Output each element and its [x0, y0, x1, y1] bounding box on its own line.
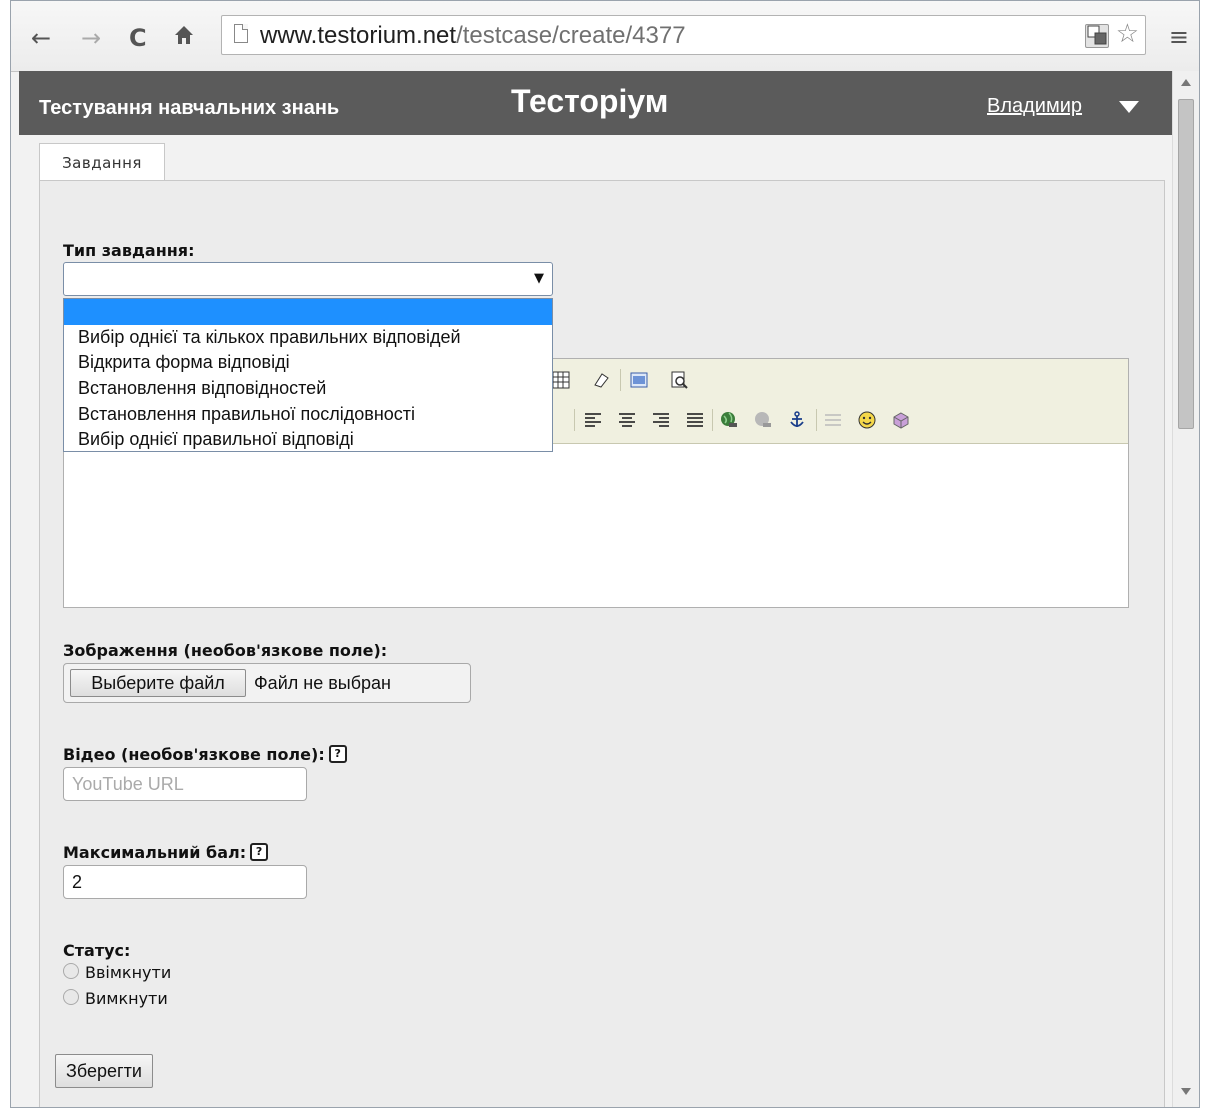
video-label-row: Відео (необов'язкове поле):? [63, 745, 347, 764]
save-button[interactable]: Зберегти [55, 1054, 153, 1088]
status-label: Статус: [63, 941, 131, 960]
dropdown-option[interactable]: Вибір однієї правильної відповіді [64, 427, 552, 453]
site-header: Тестування навчальних знань Тесторіум Вл… [19, 71, 1174, 135]
hamburger-menu-icon[interactable]: ≡ [1169, 23, 1189, 51]
media-icon[interactable] [892, 411, 910, 429]
home-glyph [175, 26, 193, 44]
preview-icon[interactable] [670, 371, 688, 389]
dropdown-option[interactable] [64, 299, 552, 325]
bookmark-star-icon[interactable]: ☆ [1116, 19, 1139, 49]
url-path: /testcase/create/4377 [456, 22, 686, 49]
image-label: Зображення (необов'язкове поле): [63, 641, 388, 660]
table-icon[interactable] [552, 371, 570, 389]
scroll-up-arrow-icon[interactable] [1181, 79, 1191, 86]
toolbar-separator [816, 409, 817, 431]
toolbar-separator [574, 409, 575, 431]
video-label: Відео (необов'язкове поле): [63, 745, 325, 764]
anchor-icon[interactable] [788, 411, 806, 429]
align-center-icon[interactable] [618, 411, 636, 429]
select-arrow-icon: ▼ [534, 271, 544, 286]
page-icon [234, 24, 248, 43]
tab-task[interactable]: Завдання [39, 143, 165, 181]
status-off-option[interactable]: Вимкнути [63, 988, 168, 1008]
smiley-icon[interactable] [858, 411, 876, 429]
forward-arrow-icon[interactable]: → [81, 23, 101, 53]
max-score-label-row: Максимальний бал:? [63, 843, 269, 862]
align-right-icon[interactable] [652, 411, 670, 429]
layer-icon[interactable] [630, 371, 648, 389]
max-score-label: Максимальний бал: [63, 843, 247, 862]
horizontal-rule-icon[interactable] [824, 411, 842, 429]
align-left-icon[interactable] [584, 411, 602, 429]
toolbar-separator [712, 409, 713, 431]
caret-down-icon[interactable] [1119, 101, 1139, 113]
choose-file-button[interactable]: Выберите файл [70, 669, 246, 697]
url-text[interactable]: www.testorium.net/testcase/create/4377 [260, 22, 686, 50]
status-on-option[interactable]: Ввімкнути [63, 962, 172, 982]
browser-toolbar: ← → C www.testorium.net/testcase/create/… [11, 1, 1199, 72]
help-icon[interactable]: ? [250, 843, 269, 861]
task-type-select[interactable]: ▼ [63, 262, 553, 296]
site-title[interactable]: Тесторіум [511, 83, 668, 120]
user-menu-link[interactable]: Владимир [987, 95, 1082, 118]
help-icon[interactable]: ? [328, 745, 347, 763]
file-input[interactable]: Выберите файл Файл не выбран [63, 663, 471, 703]
task-type-dropdown[interactable]: Вибір однієї та кількох правильних відпо… [63, 298, 553, 452]
task-type-label: Тип завдання: [63, 241, 195, 260]
video-url-input[interactable] [63, 767, 307, 801]
status-off-radio[interactable] [63, 988, 79, 1005]
dropdown-option[interactable]: Відкрита форма відповіді [64, 350, 552, 376]
vertical-scrollbar[interactable] [1172, 71, 1199, 1107]
status-off-label: Вимкнути [85, 989, 168, 1008]
unlink-icon[interactable] [754, 411, 772, 429]
back-arrow-icon[interactable]: ← [31, 23, 51, 53]
status-on-radio[interactable] [63, 962, 79, 979]
dropdown-option[interactable]: Встановлення відповідностей [64, 376, 552, 402]
browser-window: ← → C www.testorium.net/testcase/create/… [10, 0, 1200, 1108]
url-host: www.testorium.net [260, 22, 457, 49]
reload-icon[interactable]: C [129, 23, 147, 53]
dropdown-option[interactable]: Вибір однієї та кількох правильних відпо… [64, 325, 552, 351]
eraser-icon[interactable] [592, 371, 610, 389]
translate-icon[interactable] [1085, 24, 1109, 48]
home-icon[interactable] [173, 23, 195, 53]
site-tagline: Тестування навчальних знань [39, 97, 340, 119]
scroll-down-arrow-icon[interactable] [1181, 1088, 1191, 1095]
link-icon[interactable] [720, 411, 738, 429]
toolbar-separator [620, 369, 621, 391]
max-score-input[interactable] [63, 865, 307, 899]
scroll-thumb[interactable] [1178, 99, 1194, 429]
file-status-text: Файл не выбран [254, 673, 391, 693]
align-justify-icon[interactable] [686, 411, 704, 429]
translate-glyph [1087, 25, 1107, 45]
dropdown-option[interactable]: Встановлення правильної послідовності [64, 402, 552, 428]
status-on-label: Ввімкнути [85, 963, 172, 982]
address-bar[interactable]: www.testorium.net/testcase/create/4377 ☆ [221, 15, 1146, 55]
